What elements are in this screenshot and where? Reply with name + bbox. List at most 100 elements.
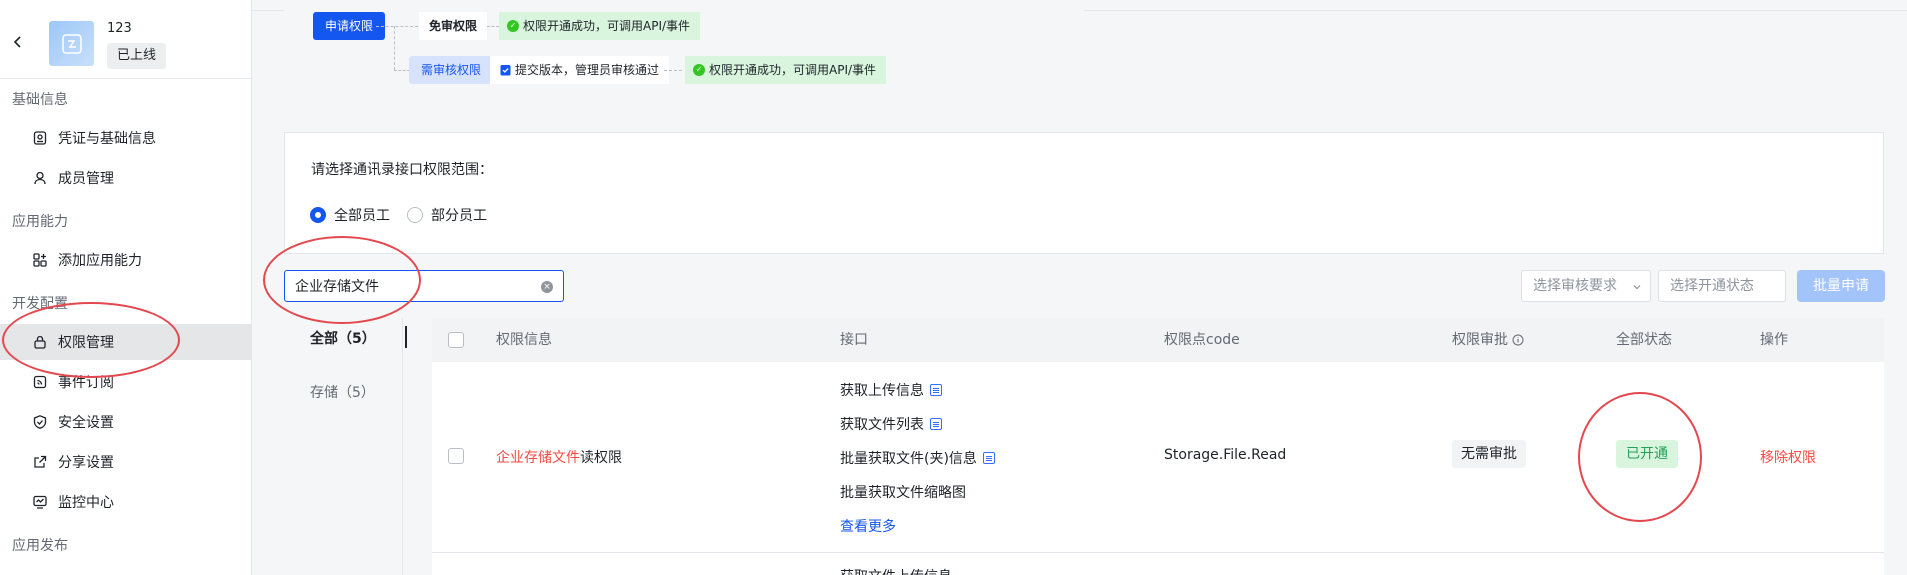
back-arrow-icon[interactable] (10, 34, 26, 50)
shield-icon (32, 414, 48, 430)
select-placeholder: 选择审核要求 (1533, 278, 1617, 294)
radio-partial-staff[interactable]: 部分员工 (407, 205, 487, 225)
filter-toolbar: 企业存储文件 × 选择审核要求 选择开通状态 批量申请 (252, 270, 1907, 302)
member-icon (32, 170, 48, 186)
sidebar-item-events[interactable]: 事件订阅 (0, 364, 251, 400)
sidebar-item-add-capability[interactable]: 添加应用能力 (0, 242, 251, 278)
sidebar-item-label: 凭证与基础信息 (58, 131, 156, 147)
sidebar-item-permissions[interactable]: 权限管理 (0, 324, 251, 360)
scope-title: 请选择通讯录接口权限范围： (311, 162, 493, 178)
apply-permission-step: 申请权限 (313, 12, 386, 40)
select-all-checkbox[interactable] (448, 332, 464, 348)
app-header: 123 已上线 (0, 0, 252, 79)
group-title-dev-config: 开发配置 (12, 296, 68, 312)
permission-name-rest: 读权限 (580, 450, 622, 466)
rss-icon (32, 374, 48, 390)
api-link[interactable]: 批量获取文件(夹)信息 (840, 448, 977, 468)
radio-label: 部分员工 (431, 208, 487, 224)
sidebar-item-label: 成员管理 (58, 171, 114, 187)
sidebar-item-security[interactable]: 安全设置 (0, 404, 251, 440)
header-info: 权限信息 (496, 332, 552, 348)
sidebar-item-members[interactable]: 成员管理 (0, 160, 251, 196)
credential-icon (32, 130, 48, 146)
success-step-1: ✓ 权限开通成功，可调用API/事件 (499, 12, 701, 40)
api-doc-icon[interactable] (930, 418, 942, 430)
sidebar-item-label: 监控中心 (58, 495, 114, 511)
table-header: 权限信息 接口 权限点code 权限审批 全部状态 操作 (432, 318, 1884, 362)
sidebar: 123 已上线 基础信息 凭证与基础信息 成员管理 应用能力 添加应用能力 开发… (0, 0, 252, 575)
permission-name: 企业存储文件读权限 (496, 447, 622, 467)
check-circle-icon: ✓ (507, 20, 519, 32)
header-api: 接口 (840, 332, 868, 348)
api-link[interactable]: 批量获取文件缩略图 (840, 482, 966, 502)
lock-icon (32, 334, 48, 350)
radio-checked-icon (310, 207, 326, 223)
no-review-step: 免审权限 (419, 12, 488, 40)
sidebar-item-monitor[interactable]: 监控中心 (0, 484, 251, 520)
api-link[interactable]: 获取上传信息 (840, 380, 924, 400)
header-action: 操作 (1760, 332, 1788, 348)
info-icon[interactable] (1512, 334, 1524, 346)
contact-scope-panel: 请选择通讯录接口权限范围： 全部员工 部分员工 (284, 132, 1884, 254)
group-title-release: 应用发布 (12, 538, 68, 554)
search-value: 企业存储文件 (295, 279, 379, 295)
select-placeholder: 选择开通状态 (1670, 278, 1754, 294)
api-item: 批量获取文件(夹)信息 (840, 448, 995, 468)
success-step-2: ✓ 权限开通成功，可调用API/事件 (685, 56, 887, 84)
api-item: 获取文件列表 (840, 414, 942, 434)
clear-icon[interactable]: × (541, 281, 553, 293)
view-more-label: 查看更多 (840, 519, 896, 535)
permission-table: 权限信息 接口 权限点code 权限审批 全部状态 操作 企业存储文件读权限 获… (432, 318, 1884, 575)
row-checkbox[interactable] (448, 448, 464, 464)
submit-text: 提交版本，管理员审核通过 (515, 63, 660, 77)
batch-apply-button[interactable]: 批量申请 (1797, 270, 1885, 302)
remove-permission-button[interactable]: 移除权限 (1760, 447, 1816, 467)
row-divider (432, 552, 1884, 553)
sidebar-item-credentials[interactable]: 凭证与基础信息 (0, 120, 251, 156)
clipboard-check-icon (500, 64, 511, 76)
view-more-link[interactable]: 查看更多 (840, 516, 896, 536)
sidebar-item-label: 添加应用能力 (58, 253, 142, 269)
tab-storage[interactable]: 存储（5） (310, 382, 375, 402)
api-doc-icon[interactable] (930, 384, 942, 396)
open-status-select[interactable]: 选择开通状态 (1658, 270, 1786, 302)
sidebar-item-label: 安全设置 (58, 415, 114, 431)
review-requirement-select[interactable]: 选择审核要求 (1521, 270, 1651, 302)
flow-connector (664, 70, 682, 71)
header-review: 权限审批 (1452, 318, 1524, 362)
permission-flow: 申请权限 免审权限 ✓ 权限开通成功，可调用API/事件 需审核权限 提交版本，… (284, 10, 1084, 103)
group-title-basic: 基础信息 (12, 92, 68, 108)
status-badge: 已开通 (1616, 440, 1678, 468)
active-tab-indicator (405, 326, 407, 348)
review-permission-step: 需审核权限 (409, 56, 494, 84)
chevron-down-icon (1633, 285, 1641, 290)
group-title-capability: 应用能力 (12, 214, 68, 230)
radio-unchecked-icon (407, 207, 423, 223)
sidebar-item-share[interactable]: 分享设置 (0, 444, 251, 480)
review-tag: 无需审批 (1452, 440, 1526, 468)
category-tabs: 全部（5） 存储（5） (284, 318, 404, 575)
api-item: 批量获取文件缩略图 (840, 482, 966, 502)
permission-search-input[interactable]: 企业存储文件 × (284, 270, 564, 302)
tab-divider (402, 318, 403, 575)
sidebar-item-label: 权限管理 (58, 335, 114, 351)
api-doc-icon[interactable] (982, 452, 995, 464)
sidebar-item-label: 事件订阅 (58, 375, 114, 391)
permission-name-highlight: 企业存储文件 (496, 450, 580, 466)
header-code: 权限点code (1164, 332, 1240, 348)
main-content: 申请权限 免审权限 ✓ 权限开通成功，可调用API/事件 需审核权限 提交版本，… (252, 0, 1907, 575)
flow-connector (394, 26, 395, 70)
submit-step: 提交版本，管理员审核通过 (490, 56, 670, 84)
api-item-partial: 获取文件上传信息 (840, 566, 952, 575)
radio-all-staff[interactable]: 全部员工 (310, 205, 390, 225)
add-capability-icon (32, 252, 48, 268)
success-text: 权限开通成功，可调用API/事件 (709, 63, 877, 77)
radio-label: 全部员工 (334, 208, 390, 224)
success-text: 权限开通成功，可调用API/事件 (523, 19, 691, 33)
tab-all[interactable]: 全部（5） (310, 328, 376, 348)
header-status-filter[interactable]: 全部状态 (1616, 318, 1672, 362)
app-status-badge: 已上线 (107, 43, 167, 69)
header-review-label: 权限审批 (1452, 332, 1508, 348)
api-link[interactable]: 获取文件上传信息 (840, 566, 952, 575)
api-link[interactable]: 获取文件列表 (840, 414, 924, 434)
